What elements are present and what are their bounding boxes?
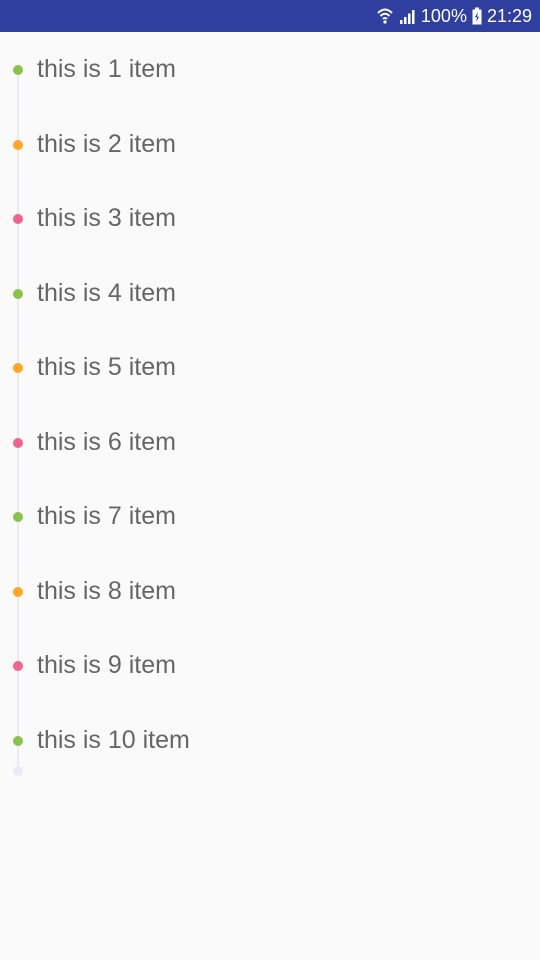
timeline-dot [13, 363, 23, 373]
timeline-dot [13, 214, 23, 224]
list-item-label: this is 4 item [37, 278, 176, 307]
status-indicators: 100% 21:29 [376, 0, 532, 32]
list-item[interactable]: this is 8 item [0, 554, 540, 628]
list-item-label: this is 3 item [37, 204, 176, 232]
list-item-label: this is 8 item [37, 576, 176, 605]
list-item[interactable]: this is 7 item [0, 479, 540, 553]
battery-percent: 100% [420, 5, 467, 26]
list-item[interactable]: this is 2 item [0, 107, 540, 181]
list-item-label: this is 5 item [37, 353, 176, 381]
timeline-dot [13, 735, 23, 746]
timeline-dot [13, 512, 23, 522]
battery-charging-icon [472, 7, 482, 25]
timeline-list[interactable]: this is 1 item this is 2 item this is 3 … [0, 32, 540, 960]
timeline-dot [13, 586, 23, 597]
list-item-label: this is 2 item [37, 129, 176, 158]
list-item[interactable]: this is 9 item [0, 628, 540, 702]
list-item-label: this is 6 item [37, 427, 176, 456]
list-item[interactable]: this is 1 item [0, 32, 540, 106]
list-item[interactable]: this is 3 item [0, 181, 540, 255]
clock: 21:29 [486, 5, 532, 26]
list-item[interactable]: this is 10 item [0, 703, 540, 777]
timeline-dot [13, 65, 23, 75]
timeline-end-dot [13, 766, 23, 776]
wifi-icon [376, 7, 394, 25]
signal-icon [399, 8, 416, 25]
list-item-label: this is 10 item [37, 725, 190, 754]
list-item-label: this is 7 item [37, 502, 176, 530]
timeline-dot [13, 437, 23, 448]
timeline-dot [13, 288, 23, 299]
timeline-dot [13, 661, 23, 671]
list-item[interactable]: this is 4 item [0, 256, 540, 330]
list-item[interactable]: this is 6 item [0, 405, 540, 479]
list-item[interactable]: this is 5 item [0, 330, 540, 404]
list-item-label: this is 9 item [37, 651, 176, 679]
status-bar: 100% 21:29 [0, 0, 540, 32]
list-item-label: this is 1 item [37, 55, 176, 83]
timeline-dot [13, 139, 23, 150]
